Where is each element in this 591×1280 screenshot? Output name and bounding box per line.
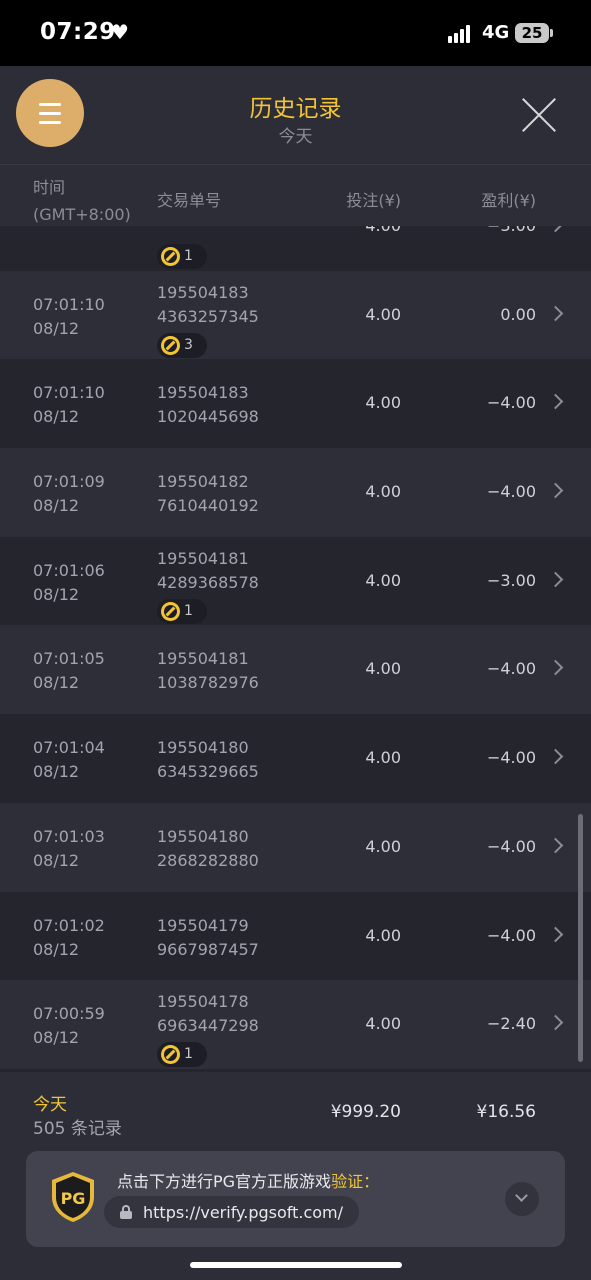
home-indicator[interactable] [190,1262,402,1268]
scrollbar[interactable] [578,814,583,1062]
chevron-right-icon [547,837,564,854]
close-button[interactable] [518,93,562,137]
table-header: 时间 (GMT+8:00) 交易单号 投注(¥) 盈利(¥) [0,164,591,226]
table-row[interactable]: 07:01:02 08/12 195504179 9667987457 4.00 −4.0… [0,891,591,981]
verify-text: 点击下方进行PG官方正版游戏验证： [117,1172,380,1191]
row-order-id: 195504183 1020445698 [157,383,259,427]
heart-icon: ♥ [111,20,129,44]
row-time: 07:00:59 08/12 [33,1004,105,1048]
chevron-right-icon [547,226,564,233]
row-time: 07:01:03 08/12 [33,826,105,870]
row-time: 07:01:06 08/12 [33,560,105,604]
free-spin-icon [161,1045,180,1065]
table-row[interactable]: 07:01:05 08/12 195504181 1038782976 4.00 −4.0… [0,625,591,715]
row-bet: 4.00 [365,836,401,856]
column-profit: 盈利(¥) [481,191,536,210]
row-profit: −4.00 [486,925,536,945]
app-header: 历史记录 今天 [0,66,591,164]
summary-total-bet: ¥999.20 [330,1102,401,1122]
status-bar: 07:29 ♥ 4G 25 [0,0,591,66]
row-profit: −4.00 [486,659,536,679]
column-time: 时间 (GMT+8:00) [33,178,131,224]
battery-indicator: 25 [515,23,549,43]
free-spin-icon [161,335,180,355]
table-row[interactable]: 07:01:09 08/12 195504182 7610440192 4.00 −4.0… [0,448,591,537]
verify-url-link[interactable]: https://verify.pgsoft.com/ [104,1196,359,1228]
row-bet: 4.00 [365,304,401,324]
row-time: 07:01:05 08/12 [33,649,105,693]
row-order-id: 195504179 9667987457 [157,915,259,959]
status-time: 07:29 [40,19,116,45]
row-time: 07:01:04 08/12 [33,738,105,782]
row-time: 08/12 [33,226,79,228]
row-profit: −4.00 [486,393,536,413]
network-type: 4G [482,22,510,43]
table-row[interactable]: 07:01:10 08/12 195504183 1020445698 4.00 −4.0… [0,359,591,449]
chevron-right-icon [547,926,564,942]
row-profit: −3.00 [486,570,536,590]
row-time: 07:01:02 08/12 [33,915,105,959]
row-order-id: 195504180 6345329665 [157,738,259,782]
chevron-right-icon [547,394,564,410]
row-bet: 4.00 [365,748,401,768]
table-row[interactable]: 07:01:06 08/12 195504181 4289368578 1 4.00 −3.… [0,536,591,626]
row-bet: 4.00 [365,393,401,413]
row-profit: −4.00 [486,836,536,856]
row-order-id: 195504180 2868282880 [157,826,259,870]
page-title: 历史记录 [249,96,342,122]
free-spin-badge: 1 [157,1042,207,1068]
row-bet: 4.00 [365,1014,401,1034]
date-filter[interactable]: 今天 [0,122,591,147]
signal-icon [448,25,476,43]
column-order-id: 交易单号 [157,191,222,210]
summary-count: 505 条记录 [33,1119,122,1139]
chevron-right-icon [547,748,564,765]
chevron-right-icon [547,305,564,321]
row-bet: 4.00 [365,925,401,945]
chevron-right-icon [547,1014,564,1031]
pg-badge-label: PG [61,1189,86,1208]
row-time: 07:01:10 08/12 [33,383,105,427]
summary-total-profit: ¥16.56 [476,1102,536,1122]
battery-tip [550,29,553,37]
table-row[interactable]: 08/12192404480014.00−3.00 [0,226,591,271]
chevron-right-icon [547,660,564,676]
verify-banner[interactable]: PG 点击下方进行PG官方正版游戏验证： https://verify.pgso… [26,1151,565,1247]
free-spin-badge: 1 [157,244,207,269]
row-time: 07:01:10 08/12 [33,294,105,338]
row-order-id: 195504181 4289368578 [157,548,259,592]
chevron-right-icon [547,482,564,499]
row-profit: −4.00 [486,748,536,768]
free-spin-badge: 1 [157,598,207,624]
row-profit: −3.00 [487,226,536,235]
row-order-id: 195504183 4363257345 [157,282,259,326]
table-row[interactable]: 07:01:04 08/12 195504180 6345329665 4.00 −4.0… [0,714,591,803]
row-order-id: 195504178 6963447298 [157,992,259,1036]
verify-url: https://verify.pgsoft.com/ [143,1203,344,1222]
free-spin-icon [161,601,180,621]
summary-period: 今天 [33,1095,67,1115]
row-bet: 4.00 [365,570,401,590]
row-bet: 4.00 [365,482,401,502]
table-row[interactable]: 07:01:10 08/12 195504183 4363257345 3 4.00 0.0… [0,270,591,360]
row-time: 07:01:09 08/12 [33,472,105,516]
row-order-id: 195504181 1038782976 [157,649,259,693]
table-row[interactable]: 07:01:03 08/12 195504180 2868282880 4.00 −4.0… [0,802,591,892]
row-bet: 4.00 [365,226,401,235]
row-order-id: 195504182 7610440192 [157,472,259,516]
lock-icon [120,1205,132,1219]
pg-shield-icon: PG [52,1172,94,1222]
chevron-right-icon [547,571,564,588]
collapse-button[interactable] [505,1182,539,1216]
row-profit: −4.00 [486,482,536,502]
row-profit: 0.00 [500,304,536,324]
table-row[interactable]: 07:00:59 08/12 195504178 6963447298 1 4.00 −2.… [0,980,591,1069]
row-profit: −2.40 [486,1014,536,1034]
column-bet: 投注(¥) [346,191,401,210]
free-spin-badge: 3 [157,332,207,358]
row-bet: 4.00 [365,659,401,679]
history-list[interactable]: 08/12192404480014.00−3.0007:01:1008/1219… [0,226,591,1072]
free-spin-icon [161,247,180,266]
